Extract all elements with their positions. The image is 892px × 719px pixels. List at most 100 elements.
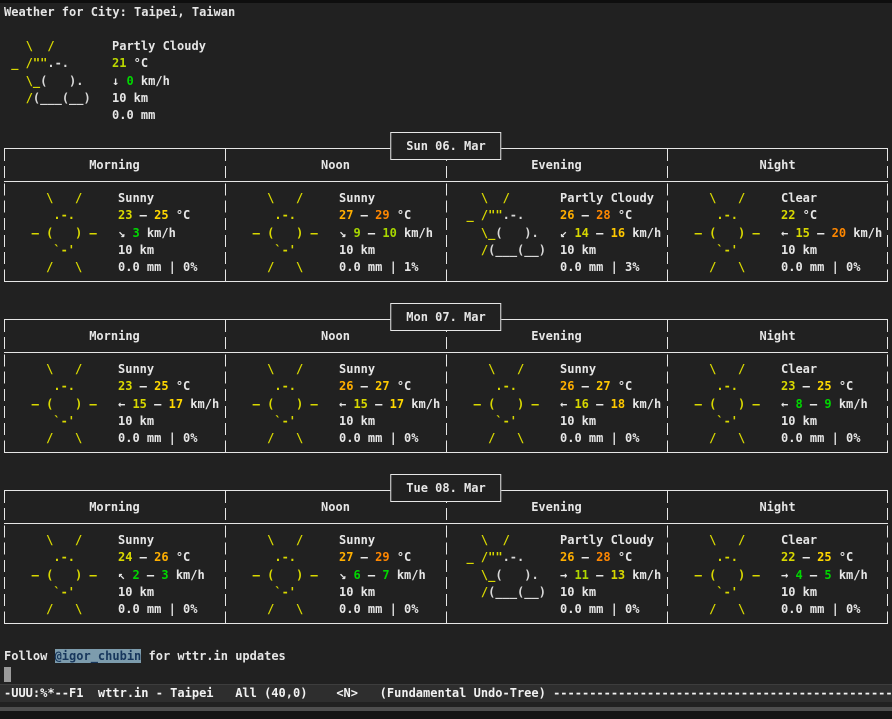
cell-visibility: 10 km xyxy=(781,242,888,259)
cell-condition: Partly Cloudy xyxy=(560,532,667,549)
current-condition: Partly Cloudy xyxy=(112,38,888,55)
date-tab-0: Sun 06. Mar xyxy=(390,132,501,160)
forecast-cell-noon: \ / .-. – ( ) – `-' / \ Sunny 27 – 29 °C… xyxy=(225,532,446,622)
cell-precipitation: 0.0 mm | 1% xyxy=(339,259,446,276)
cell-wind: → 4 – 5 km/h xyxy=(781,567,888,584)
cell-precipitation: 0.0 mm | 0% xyxy=(560,430,667,447)
report-title: Weather for City: Taipei, Taiwan xyxy=(4,4,888,21)
cell-precipitation: 0.0 mm | 3% xyxy=(560,259,667,276)
weather-icon: \ / .-. – ( ) – `-' / \ xyxy=(452,361,560,451)
cell-visibility: 10 km xyxy=(560,242,667,259)
column-divider-3 xyxy=(667,491,668,623)
cell-precipitation: 0.0 mm | 0% xyxy=(339,430,446,447)
forecast-cell-morning: \ / .-. – ( ) – `-' / \ Sunny 24 – 26 °C… xyxy=(4,532,225,622)
cell-temperature: 24 – 26 °C xyxy=(118,549,225,566)
cell-visibility: 10 km xyxy=(339,242,446,259)
forecast-cell-morning: \ / .-. – ( ) – `-' / \ Sunny 23 – 25 °C… xyxy=(4,190,225,280)
column-header-morning: Morning xyxy=(4,500,225,514)
twitter-handle[interactable]: @igor_chubin xyxy=(55,649,142,663)
cell-visibility: 10 km xyxy=(339,584,446,601)
cell-temperature: 27 – 29 °C xyxy=(339,549,446,566)
cell-temperature: 23 – 25 °C xyxy=(781,378,888,395)
weather-icon: \ / .-. – ( ) – `-' / \ xyxy=(231,190,339,280)
column-divider-1 xyxy=(225,149,226,281)
weather-icon: \ / .-. – ( ) – `-' / \ xyxy=(673,190,781,280)
weather-icon: \ / .-. – ( ) – `-' / \ xyxy=(673,361,781,451)
column-divider-2 xyxy=(446,491,447,623)
cell-wind: ↖ 2 – 3 km/h xyxy=(118,567,225,584)
date-tab-2: Tue 08. Mar xyxy=(390,474,501,502)
footer-note: Follow @igor_chubin for wttr.in updates xyxy=(4,648,888,665)
column-divider-1 xyxy=(225,491,226,623)
cell-visibility: 10 km xyxy=(118,242,225,259)
column-divider-1 xyxy=(225,320,226,452)
current-conditions: \ / _ /"".-. \_( ). /(___(__) Partly Clo… xyxy=(4,38,888,124)
weather-icon: \ / .-. – ( ) – `-' / \ xyxy=(10,190,118,280)
forecast-days: Sun 06. Mar Morning Noon Evening Night \… xyxy=(4,148,888,624)
forecast-cell-noon: \ / .-. – ( ) – `-' / \ Sunny 27 – 29 °C… xyxy=(225,190,446,280)
table-left-border xyxy=(4,149,5,281)
date-tab-1: Mon 07. Mar xyxy=(390,303,501,331)
cell-condition: Clear xyxy=(781,361,888,378)
cell-condition: Sunny xyxy=(118,190,225,207)
cell-temperature: 26 – 27 °C xyxy=(560,378,667,395)
date-label: Mon 07. Mar xyxy=(406,310,485,324)
cell-visibility: 10 km xyxy=(560,584,667,601)
cell-temperature: 26 – 28 °C xyxy=(560,549,667,566)
wttr-report: Weather for City: Taipei, Taiwan \ / _ /… xyxy=(4,4,888,683)
cell-precipitation: 0.0 mm | 0% xyxy=(118,430,225,447)
column-header-noon: Noon xyxy=(225,500,446,514)
column-header-noon: Noon xyxy=(225,158,446,172)
window-bottom-margin xyxy=(0,711,892,719)
emacs-modeline: -UUU:%*--F1 wttr.in - Taipei All (40,0) … xyxy=(0,684,892,702)
weather-icon: \ / _ /"".-. \_( ). /(___(__) xyxy=(452,190,560,280)
cell-condition: Sunny xyxy=(339,361,446,378)
cell-wind: ← 8 – 9 km/h xyxy=(781,396,888,413)
forecast-table-1: Mon 07. Mar Morning Noon Evening Night \… xyxy=(4,319,888,453)
forecast-cell-evening: \ / .-. – ( ) – `-' / \ Sunny 26 – 27 °C… xyxy=(446,361,667,451)
cursor-block xyxy=(4,667,11,682)
column-header-morning: Morning xyxy=(4,329,225,343)
current-info: Partly Cloudy 21 °C ↓ 0 km/h 10 km 0.0 m… xyxy=(112,38,888,124)
cell-temperature: 22 °C xyxy=(781,207,888,224)
cell-condition: Sunny xyxy=(339,532,446,549)
cell-precipitation: 0.0 mm | 0% xyxy=(118,601,225,618)
cell-visibility: 10 km xyxy=(781,413,888,430)
weather-icon: \ / .-. – ( ) – `-' / \ xyxy=(231,532,339,622)
weather-icon: \ / .-. – ( ) – `-' / \ xyxy=(673,532,781,622)
cell-condition: Clear xyxy=(781,532,888,549)
weather-icon: \ / _ /"".-. \_( ). /(___(__) xyxy=(452,532,560,622)
column-header-night: Night xyxy=(667,329,888,343)
current-temperature: 21 °C xyxy=(112,55,888,72)
cell-wind: → 11 – 13 km/h xyxy=(560,567,667,584)
cell-wind: ↙ 14 – 16 km/h xyxy=(560,225,667,242)
column-header-noon: Noon xyxy=(225,329,446,343)
cell-wind: ↘ 3 km/h xyxy=(118,225,225,242)
cell-wind: ↘ 9 – 10 km/h xyxy=(339,225,446,242)
terminal-window: Weather for City: Taipei, Taiwan \ / _ /… xyxy=(0,0,892,719)
column-divider-2 xyxy=(446,320,447,452)
cell-temperature: 26 – 27 °C xyxy=(339,378,446,395)
weather-icon: \ / .-. – ( ) – `-' / \ xyxy=(10,361,118,451)
column-header-evening: Evening xyxy=(446,158,667,172)
cell-temperature: 23 – 25 °C xyxy=(118,378,225,395)
forecast-cell-evening: \ / _ /"".-. \_( ). /(___(__) Partly Clo… xyxy=(446,190,667,280)
cell-visibility: 10 km xyxy=(781,584,888,601)
cell-visibility: 10 km xyxy=(118,413,225,430)
cell-temperature: 22 – 25 °C xyxy=(781,549,888,566)
column-divider-3 xyxy=(667,320,668,452)
forecast-day-2: Tue 08. Mar Morning Noon Evening Night \… xyxy=(4,490,888,624)
table-left-border xyxy=(4,491,5,623)
forecast-cell-morning: \ / .-. – ( ) – `-' / \ Sunny 23 – 25 °C… xyxy=(4,361,225,451)
cell-wind: ↘ 6 – 7 km/h xyxy=(339,567,446,584)
footer-text-suffix: for wttr.in updates xyxy=(141,649,286,663)
forecast-cell-night: \ / .-. – ( ) – `-' / \ Clear 22 °C ← 15… xyxy=(667,190,888,280)
cell-condition: Clear xyxy=(781,190,888,207)
cell-visibility: 10 km xyxy=(560,413,667,430)
window-top-edge xyxy=(0,0,892,3)
forecast-day-1: Mon 07. Mar Morning Noon Evening Night \… xyxy=(4,319,888,453)
column-header-night: Night xyxy=(667,158,888,172)
cell-precipitation: 0.0 mm | 0% xyxy=(560,601,667,618)
cell-condition: Sunny xyxy=(118,532,225,549)
forecast-table-2: Tue 08. Mar Morning Noon Evening Night \… xyxy=(4,490,888,624)
